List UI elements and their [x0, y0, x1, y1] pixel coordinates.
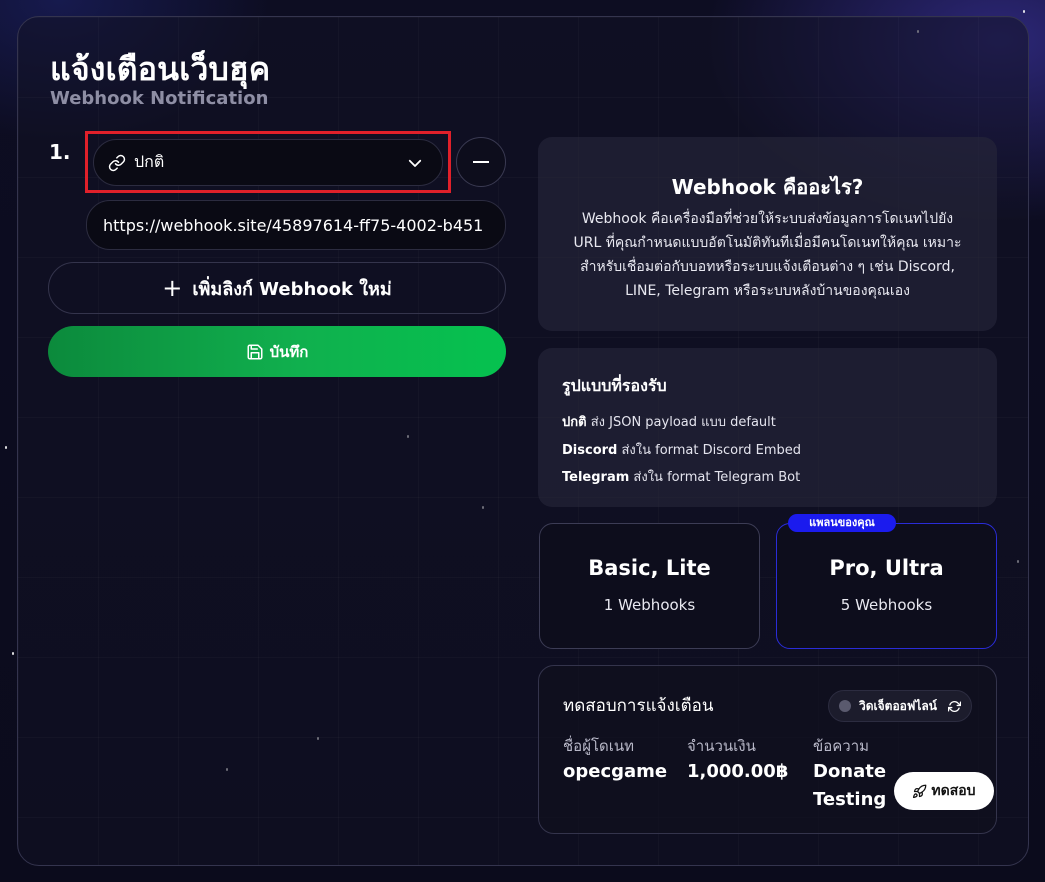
chevron-down-icon — [408, 159, 422, 167]
plan-name: Pro, Ultra — [829, 556, 944, 580]
save-label: บันทึก — [269, 342, 309, 361]
plan-name: Basic, Lite — [588, 556, 711, 580]
supported-formats-card: รูปแบบที่รองรับ ปกติ ส่ง JSON payload แบ… — [538, 348, 997, 507]
donor-name-value: opecgame — [563, 761, 668, 782]
test-button-label: ทดสอบ — [931, 783, 976, 799]
webhook-info-description: Webhook คือเครื่องมือที่ช่วยให้ระบบส่งข้… — [573, 211, 962, 299]
test-button[interactable]: ทดสอบ — [894, 772, 994, 810]
plan-card-basic: Basic, Lite 1 Webhooks — [539, 523, 760, 649]
message-value: Donate Testing — [813, 761, 887, 810]
amount-label: จำนวนเงิน — [687, 737, 756, 755]
webhook-item-number: 1. — [49, 140, 71, 164]
format-select-value: ปกติ — [134, 152, 165, 171]
add-webhook-button[interactable]: + เพิ่มลิงก์ Webhook ใหม่ — [48, 262, 506, 314]
offline-widget-toggle[interactable]: วิดเจ็ตออฟไลน์ — [828, 690, 972, 722]
format-name: Discord — [562, 443, 618, 458]
rocket-icon — [913, 784, 927, 798]
format-description: ส่ง JSON payload แบบ default — [586, 415, 776, 430]
plus-icon: + — [162, 274, 183, 302]
refresh-icon — [948, 700, 961, 712]
format-name: ปกติ — [562, 415, 587, 430]
remove-webhook-button[interactable] — [456, 137, 506, 187]
webhook-info-title: Webhook คืออะไร? — [671, 175, 864, 199]
save-button[interactable]: บันทึก — [48, 326, 506, 377]
minus-icon — [473, 161, 489, 163]
link-icon — [108, 154, 126, 171]
format-select-highlight: ปกติ — [85, 131, 451, 193]
test-notification-card: ทดสอบการแจ้งเตือน วิดเจ็ตออฟไลน์ ชื่อผู้… — [538, 665, 997, 834]
star-decoration — [12, 652, 14, 655]
webhook-info-card: Webhook คืออะไร? Webhook คือเครื่องมือที… — [538, 137, 997, 331]
format-row: Telegram ส่งใน format Telegram Bot — [562, 466, 800, 487]
star-decoration — [1023, 10, 1025, 13]
format-row: ปกติ ส่ง JSON payload แบบ default — [562, 411, 776, 432]
amount-value: 1,000.00฿ — [687, 761, 789, 782]
current-plan-badge: แพลนของคุณ — [788, 514, 896, 532]
plan-webhook-count: 5 Webhooks — [840, 596, 933, 614]
format-description: ส่งใน format Discord Embed — [617, 443, 802, 458]
format-select[interactable]: ปกติ — [93, 139, 443, 186]
plan-card-pro: Pro, Ultra 5 Webhooks — [776, 523, 997, 649]
add-webhook-label: เพิ่มลิงก์ Webhook ใหม่ — [192, 278, 392, 300]
plan-webhook-count: 1 Webhooks — [603, 596, 696, 614]
save-icon — [247, 344, 263, 359]
offline-widget-label: วิดเจ็ตออฟไลน์ — [859, 698, 937, 713]
star-decoration — [5, 446, 7, 449]
supported-formats-title: รูปแบบที่รองรับ — [562, 376, 667, 395]
test-notification-title: ทดสอบการแจ้งเตือน — [563, 696, 714, 716]
message-label: ข้อความ — [813, 737, 870, 755]
status-dot-icon — [839, 700, 851, 712]
format-name: Telegram — [562, 470, 630, 485]
page-subtitle: Webhook Notification — [50, 88, 269, 109]
webhook-url-input[interactable] — [86, 200, 506, 250]
donor-name-label: ชื่อผู้โดเนท — [563, 737, 635, 755]
format-row: Discord ส่งใน format Discord Embed — [562, 439, 801, 460]
format-description: ส่งใน format Telegram Bot — [629, 470, 801, 485]
